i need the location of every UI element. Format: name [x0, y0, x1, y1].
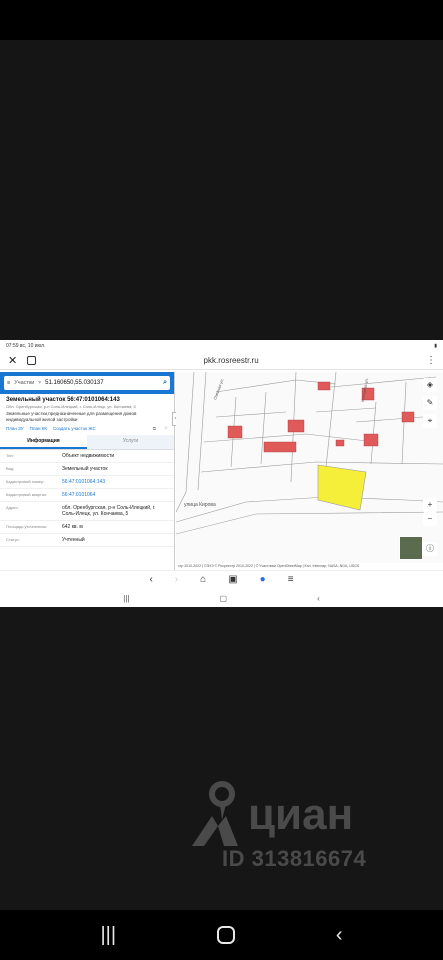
row-value: Объект недвижимости [62, 453, 115, 459]
browser-toolbar: ✕ pkk.rosreestr.ru ⋮ [0, 351, 443, 370]
search-icon[interactable]: ⌕ [163, 379, 167, 387]
cadastral-map[interactable]: улица Кирова Озерная ул. Кончаева ул. ◈ … [176, 372, 443, 570]
account-icon[interactable]: ● [260, 574, 266, 585]
menu-icon[interactable]: ≡ [7, 380, 10, 386]
top-black-bar [0, 0, 443, 40]
tablet-screenshot: 07:59 вс, 10 июл. ▮ ✕ pkk.rosreestr.ru ⋮… [0, 340, 443, 607]
status-time: 07:59 [6, 342, 19, 349]
parcel[interactable] [317, 381, 331, 391]
parcel[interactable] [401, 411, 415, 423]
row-value-link[interactable]: 56:47:0101064:143 [62, 479, 168, 485]
object-address-small: Обл. Оренбургская, р-н Соль-Илецкий, г. … [6, 404, 136, 409]
parcel[interactable] [263, 441, 297, 453]
close-icon[interactable]: ✕ [8, 354, 17, 367]
back-button-icon[interactable]: ‹ [317, 594, 320, 603]
browser-nav-row: ‹ › ⌂ ▣ ● ≡ [0, 570, 443, 588]
satellite-layer-thumbnail[interactable] [399, 536, 423, 560]
zoom-in-button[interactable]: + [423, 498, 437, 512]
row-key: Статус: [6, 537, 20, 542]
cian-watermark: циан [190, 780, 353, 850]
table-row: Кадастровый квартал: 56:47:0101064 [0, 489, 174, 502]
tablet-system-nav: ||| ▢ ‹ [0, 590, 443, 607]
map-copyright: стр 2010-2022 | ©ЗНЭ © Росреестр 2010-20… [176, 563, 443, 570]
row-value: Земельный участок [62, 466, 108, 472]
search-row: ≡ Участки ▾ 51.160650,55.030137 ⌕ [0, 372, 174, 394]
row-value-link[interactable]: 56:47:0101064 [62, 492, 168, 498]
row-value: 642 кв. м [62, 524, 83, 530]
parcel[interactable] [363, 433, 379, 447]
more-menu-icon[interactable]: ⋮ [426, 355, 436, 366]
row-key: Площадь уточненная: [6, 524, 47, 529]
cian-logo-icon [192, 781, 238, 846]
home-button-icon[interactable]: ▢ [220, 594, 228, 603]
parcel[interactable] [287, 419, 305, 433]
table-row: Вид: Земельный участок [0, 463, 174, 476]
tab-info[interactable]: Информация [0, 435, 87, 449]
dropdown-icon: ▾ [38, 380, 42, 386]
zoom-out-button[interactable]: − [423, 512, 437, 526]
row-key: Кадастровый номер: [6, 479, 45, 484]
street-label-kirova: улица Кирова [184, 502, 216, 508]
search-input[interactable]: 51.160650,55.030137 [45, 380, 103, 386]
info-icon[interactable]: ⓘ [423, 542, 437, 556]
star-icon[interactable]: ☆ [164, 425, 168, 431]
parcel[interactable] [335, 439, 345, 447]
menu-icon[interactable]: ≡ [288, 574, 294, 585]
table-row: Адрес: обл. Оренбургская, р-н Соль-Илецки… [0, 502, 174, 521]
table-row: Кадастровый номер: 56:47:0101064:143 [0, 476, 174, 489]
recent-apps-button[interactable]: ||| [100, 924, 116, 947]
home-button[interactable] [216, 926, 235, 944]
parcel[interactable] [227, 425, 243, 439]
cian-id-text: ID 313816674 [222, 846, 367, 871]
layers-icon[interactable]: ◈ [423, 378, 437, 392]
battery-icon: ▮ [434, 342, 437, 349]
locate-icon[interactable]: ⌖ [423, 414, 437, 428]
status-bar: 07:59 вс, 10 июл. ▮ [0, 340, 443, 351]
site-settings-icon[interactable] [27, 355, 37, 365]
object-links: План ЗУ План КК Создать участок ЖС ⧉ ☆ [0, 423, 174, 433]
back-icon[interactable]: ‹ [149, 574, 152, 585]
row-key: Тип: [6, 453, 14, 458]
row-key: Кадастровый квартал: [6, 492, 48, 497]
row-value: обл. Оренбургская, р-н Соль-Илецкий, г. … [62, 505, 156, 517]
home-icon[interactable]: ⌂ [200, 574, 206, 585]
table-row: Площадь уточненная: 642 кв. м [0, 521, 174, 534]
table-row: Статус: Учтенный [0, 534, 174, 547]
status-date: вс, 10 июл. [19, 342, 46, 349]
url-text[interactable]: pkk.rosreestr.ru [46, 356, 416, 365]
tabs-icon[interactable]: ▣ [228, 574, 237, 585]
link-plan-kk[interactable]: План КК [30, 426, 47, 431]
selected-parcel[interactable] [317, 464, 367, 511]
info-panel: ≡ Участки ▾ 51.160650,55.030137 ⌕ Земель… [0, 372, 175, 570]
copy-icon[interactable]: ⧉ [153, 426, 156, 431]
info-table: Тип: Объект недвижимости Вид: Земельный уч… [0, 450, 174, 547]
recent-apps-icon[interactable]: ||| [123, 594, 129, 603]
tabs: Информация Услуги [0, 435, 174, 450]
table-row: Тип: Объект недвижимости [0, 450, 174, 463]
street-label-ozernaya: Озерная ул. [212, 378, 224, 401]
phone-navigation-bar: ||| ‹ [0, 910, 443, 960]
row-key: Адрес: [6, 505, 19, 510]
object-description: Земельные участки,предназначенные для ра… [6, 411, 137, 422]
row-value: Учтенный [62, 537, 85, 543]
ruler-icon[interactable]: ✎ [423, 396, 437, 410]
forward-icon[interactable]: › [175, 574, 178, 585]
link-plan-zu[interactable]: План ЗУ [6, 426, 24, 431]
parcels [227, 381, 415, 453]
search-box[interactable]: ≡ Участки ▾ 51.160650,55.030137 ⌕ [4, 376, 170, 390]
page-content: ≡ Участки ▾ 51.160650,55.030137 ⌕ Земель… [0, 372, 443, 570]
row-key: Вид: [6, 466, 15, 471]
cian-brand: циан [248, 790, 354, 839]
photo-background-top [0, 40, 443, 340]
back-button[interactable]: ‹ [336, 924, 343, 947]
type-select[interactable]: Участки [14, 380, 34, 386]
object-title: Земельный участок 56:47:0101064:143 [6, 397, 120, 403]
tab-services[interactable]: Услуги [87, 435, 174, 449]
link-create-parcel[interactable]: Создать участок ЖС [53, 426, 96, 431]
